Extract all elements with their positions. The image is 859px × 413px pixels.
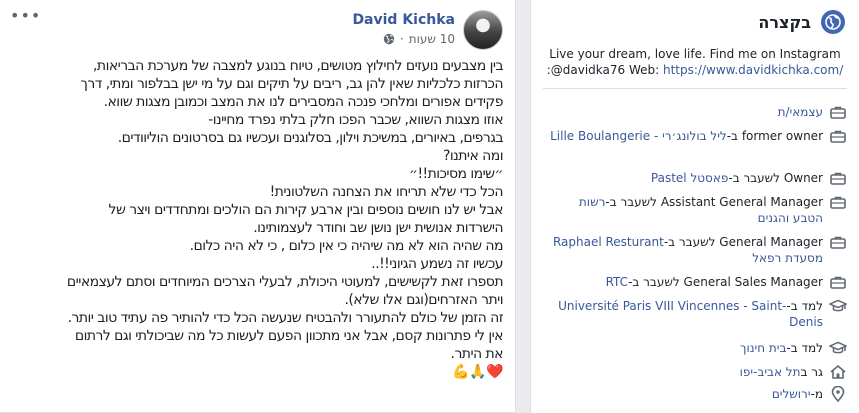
intro-item-text: former owner ב-ליל בולונג׳רי - Lille Bou… [550, 128, 823, 144]
location-pin-icon [831, 386, 845, 402]
intro-item-text: Owner לשעבר ב-פאסטל Pastel [651, 170, 823, 186]
post-line: ויתר האזרחים(וגם אלו שלא). [344, 292, 503, 308]
post-line: בגרפים, באיורים, במשיכת וילון, בסלוגנים … [117, 130, 504, 146]
website-link[interactable]: https://www.davidkichka.com/ [663, 63, 843, 77]
intro-item-text: גר בתל אביב-יפו [740, 364, 823, 380]
intro-item-link[interactable]: תל אביב-יפו [740, 365, 801, 379]
intro-item-text: למד ב-Université Paris VIII Vincennes - … [547, 298, 823, 330]
intro-item-text: General Manager לשעבר ב-Raphael Resturan… [547, 234, 823, 266]
post-options-button[interactable]: ••• [10, 6, 41, 25]
public-globe-icon[interactable] [383, 33, 395, 45]
intro-item-link[interactable]: RTC [606, 275, 628, 289]
graduation-cap-icon [829, 299, 847, 312]
author-avatar[interactable] [463, 10, 503, 50]
intro-item: Assistant General Manager לשעבר ב-רשות ה… [547, 194, 847, 226]
post-line: עכשיו זה נשמע הגיוני!!.. [371, 256, 503, 272]
bio-text: Live your dream, love life. Find me on I… [531, 46, 859, 78]
post-text: בין מצבעים נועזים לחילוץ מטושים, טיוח בנ… [9, 57, 504, 381]
intro-item-link[interactable]: עצמאי/ת [778, 105, 823, 119]
post-timestamp[interactable]: 10 שעות [409, 32, 455, 46]
intro-item: former owner ב-ליל בולונג׳רי - Lille Bou… [547, 128, 847, 144]
intro-item-prefix: למד ב- [786, 299, 823, 313]
post-line: הכל כדי שלא תריחו את הצחנה השלטונית! [269, 184, 504, 200]
briefcase-icon [830, 236, 846, 249]
post-line: ומה איתנו? [443, 148, 504, 164]
post-line: פקידים אפורים ומלחכי פנכה המסבירים לנו א… [103, 94, 504, 110]
briefcase-icon [830, 276, 846, 289]
intro-item-link[interactable]: ירושלים [772, 387, 811, 401]
intro-item-text: למד ב-בית חינוך [740, 340, 823, 356]
bio-handle: :@ [546, 63, 563, 77]
intro-item-link[interactable]: Université Paris VIII Vincennes - Saint-… [558, 299, 823, 329]
post-line: ״שימו מסיכות!!״ [409, 166, 504, 182]
intro-item: General Sales Manager לשעבר ב-RTC [547, 274, 847, 290]
post-line: את היתר. [450, 346, 504, 362]
intro-item-prefix: General Sales Manager לשעבר ב- [628, 275, 823, 289]
emoji-line: ❤️🙏💪 [452, 364, 503, 380]
post-line: הכרזות כלכליות שאין להן גב, ריבים על תיק… [80, 76, 503, 92]
intro-item-link[interactable]: ליל בולונג׳רי - Lille Boulangerie [550, 129, 727, 143]
post-line: תספרו זאת לקשישים, למעוטי היכולת, לבעלי … [66, 274, 504, 290]
briefcase-icon [830, 130, 846, 143]
post-card: ••• David Kichka 10 שעות · בין מצבעים נו… [0, 0, 516, 413]
post-line: הישרדות אנושית ישן נושן שב וחודר לעצמותי… [253, 220, 503, 236]
intro-item-text: עצמאי/ת [778, 104, 823, 120]
intro-item: מ-ירושלים [547, 386, 847, 402]
intro-item: Owner לשעבר ב-פאסטל Pastel [547, 170, 847, 186]
intro-item-prefix: Assistant General Manager לשעבר ב- [605, 195, 823, 209]
post-line: זה הזמן של כולם להתעורר ולהבטיח שנעשה הכ… [67, 310, 504, 326]
intro-item: למד ב-Université Paris VIII Vincennes - … [547, 298, 847, 330]
briefcase-icon [830, 106, 846, 119]
bio-web-label: davidka76 Web: [562, 63, 660, 77]
intro-item: גר בתל אביב-יפו [547, 364, 847, 380]
intro-item: עצמאי/ת [547, 104, 847, 120]
intro-title: בקצרה [758, 13, 811, 32]
bio-line: Live your dream, love life. Find me on I… [549, 47, 841, 61]
intro-panel: בקצרה Live your dream, love life. Find m… [530, 0, 859, 413]
intro-item-link[interactable]: פאסטל Pastel [651, 171, 728, 185]
intro-item-prefix: למד ב- [786, 341, 823, 355]
intro-item-prefix: former owner ב- [726, 129, 823, 143]
intro-item-link[interactable]: בית חינוך [740, 341, 786, 355]
intro-item-prefix: מ- [810, 387, 823, 401]
author-name-link[interactable]: David Kichka [352, 12, 455, 28]
post-line: אין לי פתרונות קסם, אבל אני מתכוון הפעם … [74, 328, 504, 344]
post-line: אוזו מצגות השווא, שכבר הפכו חלק בלתי נפר… [208, 112, 503, 128]
post-line: בין מצבעים נועזים לחילוץ מטושים, טיוח בנ… [93, 58, 504, 74]
globe-intro-icon [821, 10, 845, 34]
intro-item-text: Assistant General Manager לשעבר ב-רשות ה… [547, 194, 823, 226]
briefcase-icon [830, 172, 846, 185]
graduation-cap-icon [829, 341, 847, 354]
post-meta: 10 שעות · [383, 32, 455, 46]
post-line: מה שהיה הוא לא מה שיהיה כי אין כלום , כי… [189, 238, 504, 254]
meta-separator: · [399, 32, 404, 46]
intro-item: למד ב-בית חינוך [547, 340, 847, 356]
intro-item: General Manager לשעבר ב-Raphael Resturan… [547, 234, 847, 266]
post-line: אבל יש לנו חושים נוספים ובין ארבע קירות … [108, 202, 504, 218]
intro-item-text: מ-ירושלים [772, 386, 823, 402]
intro-item-prefix: Owner לשעבר ב- [728, 171, 823, 185]
intro-item-prefix: General Manager לשעבר ב- [663, 235, 823, 249]
divider [543, 88, 847, 89]
home-icon [830, 364, 846, 379]
briefcase-icon [830, 196, 846, 209]
intro-item-prefix: גר ב [800, 365, 823, 379]
intro-item-text: General Sales Manager לשעבר ב-RTC [606, 274, 823, 290]
